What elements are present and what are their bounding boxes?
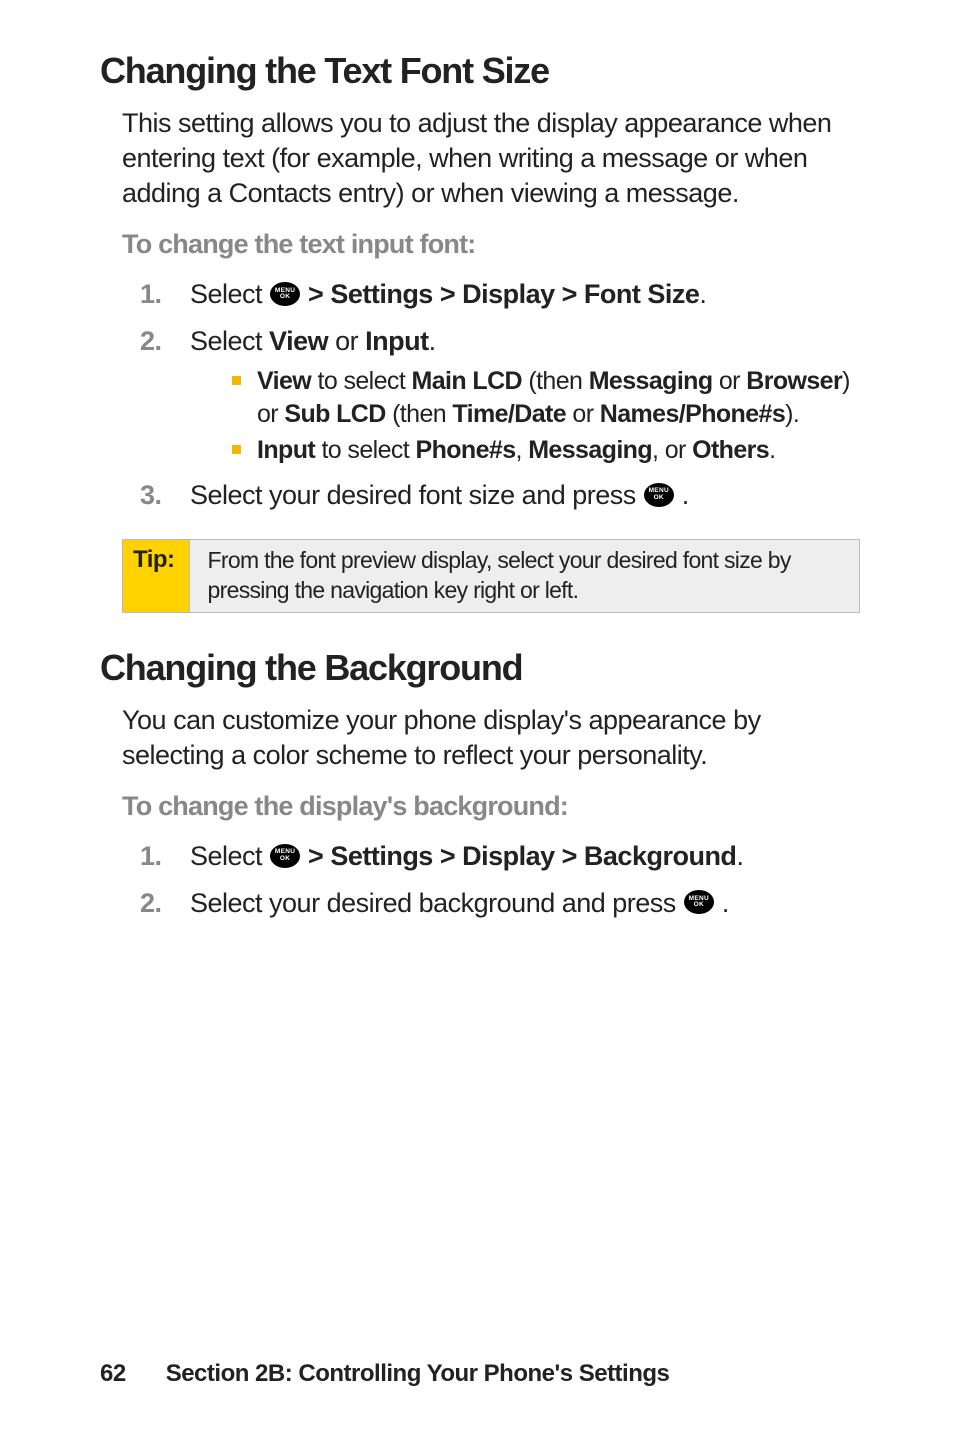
subheading-text-input-font: To change the text input font: bbox=[122, 229, 864, 260]
step-period: . bbox=[699, 279, 706, 309]
tip-label: Tip: bbox=[123, 540, 190, 612]
sub-bold: Names/Phone#s bbox=[600, 400, 785, 428]
step-period: . bbox=[736, 841, 743, 871]
sub-text: , bbox=[516, 436, 529, 464]
step-text: . bbox=[429, 326, 436, 356]
subitem-input: Input to select Phone#s, Messaging, or O… bbox=[232, 434, 864, 467]
heading-text-font-size: Changing the Text Font Size bbox=[100, 50, 864, 92]
sub-bold: View bbox=[257, 367, 311, 395]
intro-paragraph-2: You can customize your phone display's a… bbox=[122, 703, 864, 773]
step-text: Select bbox=[190, 279, 269, 309]
steps-list-1: Select MENUOK > Settings > Display > Fon… bbox=[140, 276, 864, 513]
step-2-2: Select your desired background and press… bbox=[140, 885, 864, 921]
tip-box: Tip: From the font preview display, sele… bbox=[122, 539, 860, 613]
menu-ok-icon: MENUOK bbox=[270, 844, 300, 868]
sub-bold: Time/Date bbox=[452, 400, 566, 428]
step-suffix: . bbox=[715, 888, 729, 918]
step-1-2: Select View or Input. View to select Mai… bbox=[140, 323, 864, 467]
intro-paragraph-1: This setting allows you to adjust the di… bbox=[122, 106, 864, 211]
sub-text: . bbox=[769, 436, 775, 464]
step-bold: View bbox=[269, 326, 328, 356]
menu-ok-icon: MENUOK bbox=[270, 282, 300, 306]
sub-text: to select bbox=[315, 436, 415, 464]
sub-text: (then bbox=[386, 400, 453, 428]
footer-section-text: Section 2B: Controlling Your Phone's Set… bbox=[166, 1360, 670, 1387]
step-1-3: Select your desired font size and press … bbox=[140, 477, 864, 513]
step-text: or bbox=[328, 326, 365, 356]
step-suffix: . bbox=[675, 480, 689, 510]
step-text: Select your desired font size and press bbox=[190, 480, 643, 510]
sub-bold: Browser bbox=[746, 367, 842, 395]
page-number: 62 bbox=[100, 1360, 126, 1387]
subitem-view: View to select Main LCD (then Messaging … bbox=[232, 365, 864, 430]
sub-bold: Messaging bbox=[589, 367, 713, 395]
step-1-1: Select MENUOK > Settings > Display > Fon… bbox=[140, 276, 864, 312]
step-path: > Settings > Display > Background bbox=[301, 841, 736, 871]
sub-text: or bbox=[713, 367, 747, 395]
heading-background: Changing the Background bbox=[100, 647, 864, 689]
steps-list-2: Select MENUOK > Settings > Display > Bac… bbox=[140, 838, 864, 921]
tip-content: From the font preview display, select yo… bbox=[190, 540, 859, 612]
sub-bold: Messaging bbox=[528, 436, 652, 464]
step-bold: Input bbox=[365, 326, 428, 356]
step-text: Select bbox=[190, 841, 269, 871]
sub-bold: Others bbox=[692, 436, 769, 464]
sub-bold: Main LCD bbox=[412, 367, 522, 395]
step-text: Select your desired background and press bbox=[190, 888, 683, 918]
menu-ok-icon: MENUOK bbox=[644, 483, 674, 507]
sub-text: or bbox=[566, 400, 600, 428]
step-path: > Settings > Display > Font Size bbox=[301, 279, 699, 309]
sublist: View to select Main LCD (then Messaging … bbox=[232, 365, 864, 467]
sub-bold: Phone#s bbox=[416, 436, 516, 464]
sub-text: ). bbox=[785, 400, 799, 428]
step-2-1: Select MENUOK > Settings > Display > Bac… bbox=[140, 838, 864, 874]
sub-bold: Sub LCD bbox=[284, 400, 385, 428]
page-footer: 62 Section 2B: Controlling Your Phone's S… bbox=[100, 1360, 669, 1388]
sub-text: (then bbox=[522, 367, 589, 395]
sub-text: , or bbox=[652, 436, 692, 464]
sub-text: to select bbox=[311, 367, 411, 395]
sub-bold: Input bbox=[257, 436, 315, 464]
subheading-background: To change the display's background: bbox=[122, 791, 864, 822]
step-text: Select bbox=[190, 326, 269, 356]
menu-ok-icon: MENUOK bbox=[684, 890, 714, 914]
